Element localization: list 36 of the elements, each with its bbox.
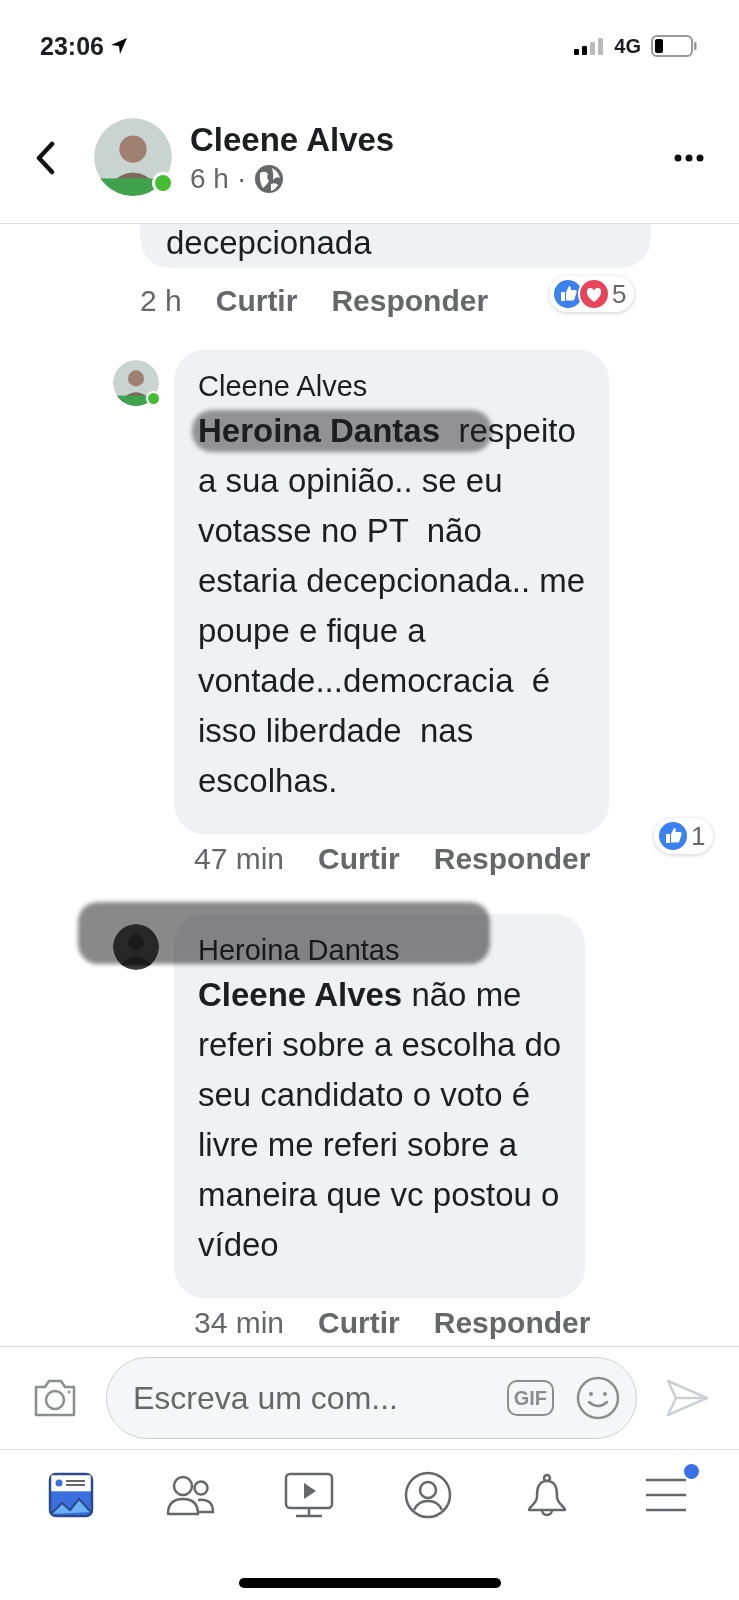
globe-icon (254, 163, 285, 194)
camera-icon[interactable] (32, 1377, 78, 1419)
comment-time: 47 min (194, 842, 285, 876)
comment-text: Heroina Dantas respeito a sua opinião.. se eu votasse no PT não estaria decepcionada.. me poupe e fique a vontade...democracia é isso liberdade nas escolhas. (198, 411, 586, 801)
more-icon[interactable] (674, 153, 704, 162)
location-arrow-icon (109, 37, 128, 55)
comment-text: decepcionada (166, 224, 373, 262)
comment-input[interactable]: Escreva um com... GIF (106, 1357, 637, 1439)
comment-time: 34 min (194, 1306, 285, 1340)
avatar (113, 360, 159, 406)
comment-author[interactable]: Cleene Alves (198, 366, 586, 406)
news-feed-icon[interactable] (48, 1472, 94, 1518)
reply-link[interactable]: Responder (433, 1306, 591, 1340)
battery-icon (651, 35, 697, 57)
post-time: 6 h (190, 162, 229, 195)
signal-icon (574, 37, 605, 55)
reply-link[interactable]: Responder (433, 842, 591, 876)
comment-author[interactable]: Heroina Dantas (198, 930, 562, 970)
gif-button[interactable]: GIF (506, 1380, 554, 1416)
clock-time: 23:06 (40, 31, 104, 61)
reaction-count[interactable]: 1 (654, 818, 714, 854)
profile-icon[interactable] (404, 1471, 452, 1519)
reply-link[interactable]: Responder (331, 284, 489, 318)
like-link[interactable]: Curtir (318, 842, 400, 876)
video-icon[interactable] (284, 1472, 334, 1518)
profile-name[interactable]: Cleene Alves (190, 120, 674, 159)
comment-text: Cleene Alves não me referi sobre a escolha do seu candidato o voto é livre me referi sobre a maneira que vc postou o vídeo (198, 975, 562, 1265)
notifications-icon[interactable] (525, 1471, 569, 1519)
comment-time: 2 h (140, 284, 182, 318)
like-link[interactable]: Curtir (215, 284, 298, 318)
network-label: 4G (614, 34, 641, 58)
reaction-count[interactable]: 5 (549, 276, 635, 312)
emoji-icon[interactable] (576, 1376, 620, 1420)
separator-dot: · (236, 162, 247, 195)
back-icon[interactable] (34, 140, 56, 175)
like-link[interactable]: Curtir (318, 1306, 400, 1340)
